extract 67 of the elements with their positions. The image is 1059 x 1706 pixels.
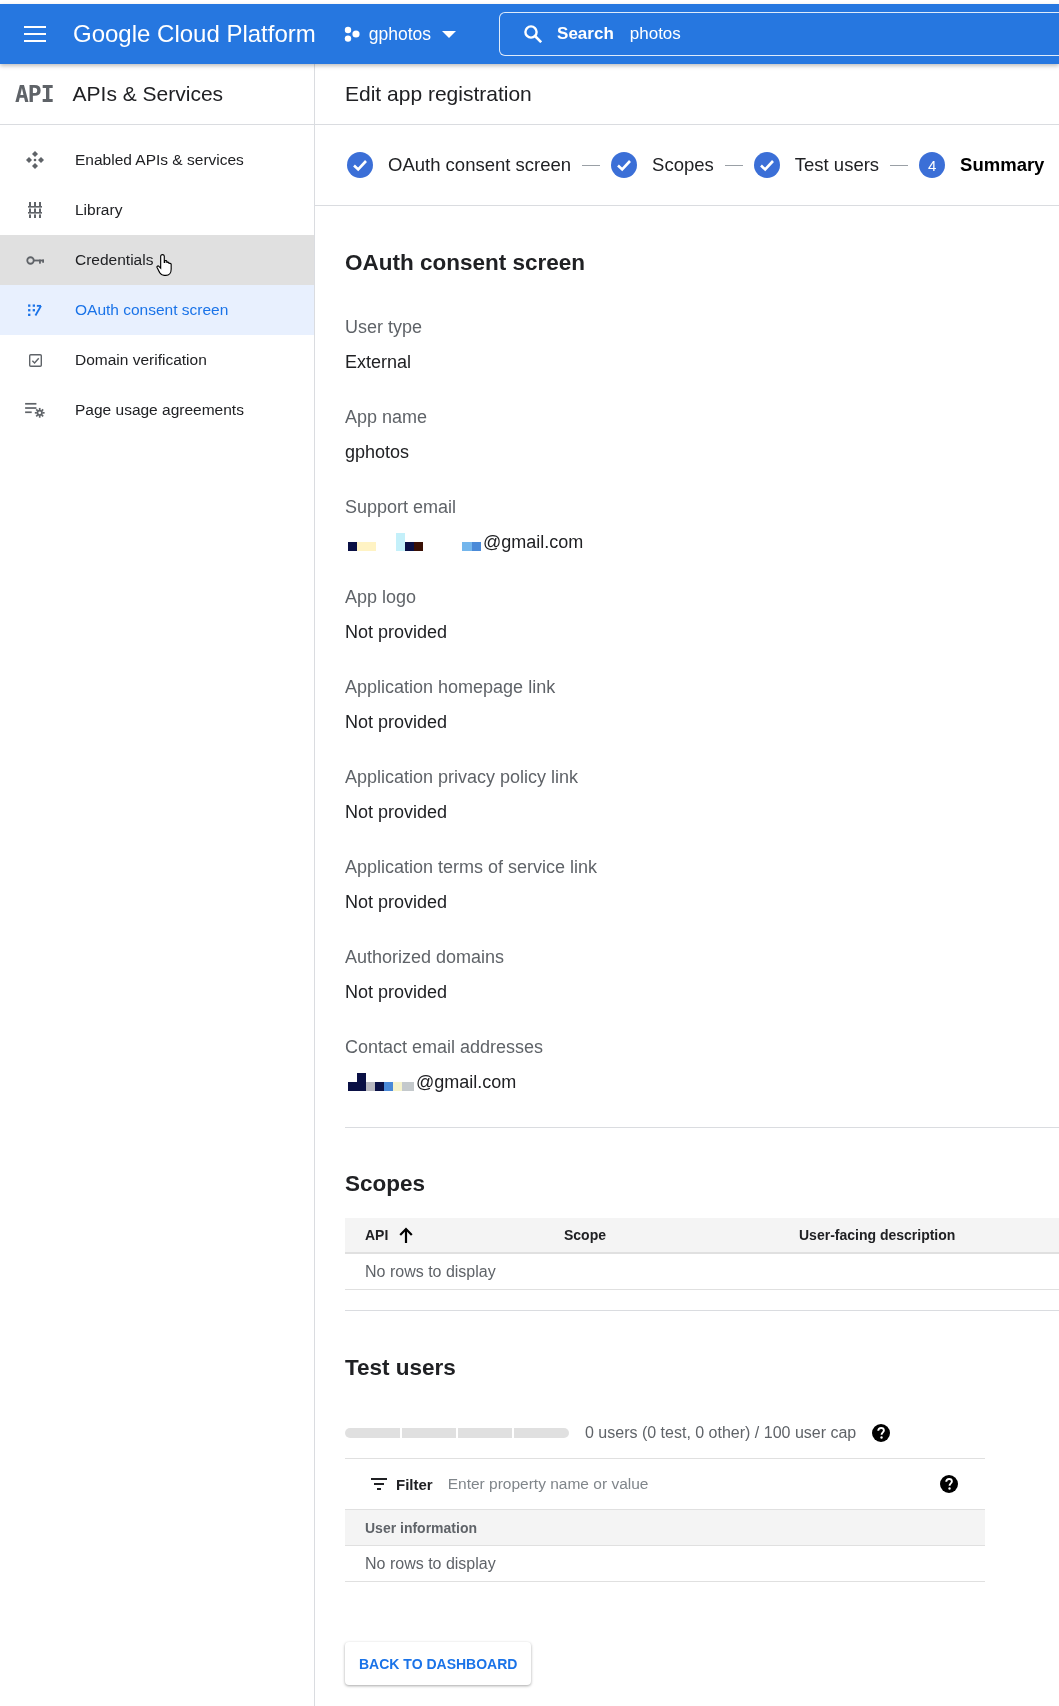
key-icon — [26, 255, 44, 265]
field-value: Not provided — [345, 711, 448, 734]
step-number: 4 — [919, 152, 946, 178]
section-title: OAuth consent screen — [345, 249, 587, 277]
filter-label: Filter — [396, 1475, 433, 1493]
field-value: Not provided — [345, 981, 448, 1004]
caret-down-icon — [442, 30, 457, 38]
sidebar-title: APIs & Services — [72, 82, 224, 106]
api-logo: API — [15, 82, 54, 106]
field-label: Authorized domains — [345, 946, 505, 969]
stepper-step[interactable]: Test users — [753, 152, 880, 178]
stepper-step[interactable]: OAuth consent screen — [347, 152, 572, 178]
search-box[interactable]: Search photos — [499, 12, 1059, 56]
diamond-dots-icon — [26, 151, 44, 169]
sidebar-item[interactable]: Credentials — [0, 235, 314, 285]
page-title: Edit app registration — [345, 82, 532, 106]
back-to-dashboard-button[interactable]: BACK TO DASHBOARD — [345, 1642, 532, 1685]
column-header[interactable]: API — [345, 1218, 544, 1252]
search-field[interactable]: photos — [629, 22, 1059, 46]
sidebar-item[interactable]: Page usage agreements — [0, 385, 314, 435]
column-header[interactable]: User-facing description — [779, 1218, 1059, 1252]
search-label: Search — [557, 24, 614, 44]
dots-cluster-icon — [343, 26, 360, 42]
section-title: Scopes — [345, 1170, 427, 1198]
help-icon[interactable] — [940, 1475, 958, 1493]
stepper-step[interactable]: 4 Summary — [919, 152, 1045, 178]
field-value: External — [345, 351, 412, 374]
field-label: Application privacy policy link — [345, 766, 579, 789]
field-label: Support email — [345, 496, 457, 519]
section-title: Test users — [345, 1354, 457, 1382]
column-header[interactable]: Scope — [544, 1218, 779, 1252]
field-label: Contact email addresses — [345, 1036, 544, 1059]
field-value: gphotos — [345, 441, 410, 464]
product-name[interactable]: Google Cloud Platform — [73, 20, 316, 48]
bars-grid-icon — [28, 202, 42, 218]
field-label: User type — [345, 316, 423, 339]
field-value: @gmail.com — [416, 1071, 517, 1094]
field-label: App name — [345, 406, 428, 429]
filter-icon — [371, 1478, 387, 1490]
column-header: User information — [364, 1518, 478, 1538]
pixel-mosaic-icon — [348, 533, 481, 551]
usage-text: 0 users (0 test, 0 other) / 100 user cap — [585, 1424, 857, 1442]
project-selector[interactable]: gphotos — [343, 23, 457, 45]
help-icon[interactable] — [872, 1424, 891, 1442]
sidebar-item[interactable]: Domain verification — [0, 335, 314, 385]
list-gear-icon — [25, 402, 45, 418]
search-icon — [524, 25, 543, 43]
sort-arrow-up-icon — [399, 1227, 414, 1243]
stepper-step[interactable]: Scopes — [611, 152, 714, 178]
field-label: Application homepage link — [345, 676, 556, 699]
sidebar-item[interactable]: OAuth consent screen — [0, 285, 314, 335]
field-value: Not provided — [345, 891, 448, 914]
field-value: Not provided — [345, 621, 448, 644]
menu-icon[interactable] — [24, 26, 46, 42]
field-value: Not provided — [345, 801, 448, 824]
empty-table-message: No rows to display — [365, 1554, 496, 1573]
checkbox-icon — [28, 353, 42, 367]
empty-table-message: No rows to display — [365, 1262, 496, 1281]
filter-field[interactable]: Enter property name or value — [447, 1472, 930, 1496]
field-label: Application terms of service link — [345, 856, 598, 879]
field-value: @gmail.com — [483, 531, 584, 554]
hand-cursor-icon — [156, 254, 172, 276]
sidebar-item[interactable]: Enabled APIs & services — [0, 135, 314, 185]
dotted-check-icon — [28, 304, 42, 316]
pixel-mosaic-icon — [348, 1073, 414, 1091]
field-label: App logo — [345, 586, 417, 609]
sidebar-item[interactable]: Library — [0, 185, 314, 235]
